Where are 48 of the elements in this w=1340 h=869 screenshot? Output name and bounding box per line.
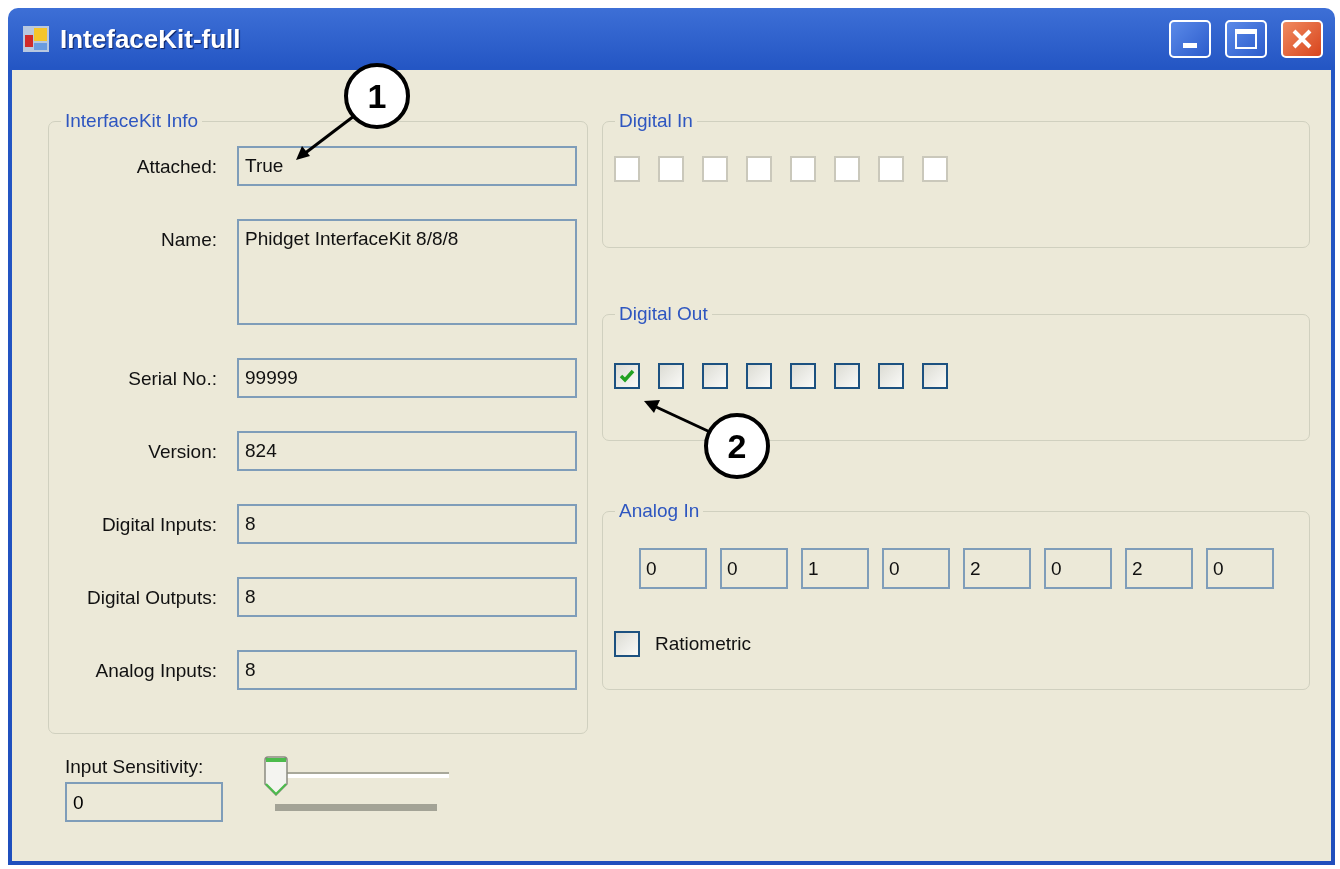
- analog-value-field[interactable]: 0: [1044, 548, 1112, 589]
- field-label: Serial No.:: [127, 367, 217, 390]
- field-label: Digital Inputs:: [100, 513, 217, 536]
- text-field[interactable]: 99999: [237, 358, 577, 398]
- check-icon: [619, 369, 635, 383]
- text-field[interactable]: True: [237, 146, 577, 186]
- analog-value-field[interactable]: 2: [963, 548, 1031, 589]
- output-checkbox[interactable]: [922, 363, 948, 389]
- text-field[interactable]: Phidget InterfaceKit 8/8/8: [237, 219, 577, 325]
- text-field[interactable]: 824: [237, 431, 577, 471]
- maximize-button[interactable]: [1225, 20, 1267, 58]
- analog-value-field[interactable]: 0: [639, 548, 707, 589]
- close-icon: [1291, 28, 1313, 50]
- output-checkbox[interactable]: [834, 363, 860, 389]
- close-button[interactable]: [1281, 20, 1323, 58]
- text-field[interactable]: 8: [237, 577, 577, 617]
- analog-value-field[interactable]: 2: [1125, 548, 1193, 589]
- checkbox-label: Ratiometric: [655, 633, 752, 655]
- group-title: InterfaceKit Info: [64, 110, 200, 132]
- text-field[interactable]: 8: [237, 504, 577, 544]
- slider-thumb[interactable]: [263, 756, 289, 796]
- analog-value-field[interactable]: 1: [801, 548, 869, 589]
- output-checkbox[interactable]: [658, 363, 684, 389]
- output-checkbox[interactable]: [746, 363, 772, 389]
- field-label: Version:: [147, 440, 217, 463]
- output-checkbox[interactable]: [702, 363, 728, 389]
- field-label: Attached:: [135, 155, 217, 178]
- analog-value-field[interactable]: 0: [1206, 548, 1274, 589]
- output-checkbox[interactable]: [614, 363, 640, 389]
- text-field[interactable]: 8: [237, 650, 577, 690]
- ratiometric-checkbox[interactable]: [614, 631, 640, 657]
- field-label: Analog Inputs:: [94, 659, 217, 682]
- output-checkbox[interactable]: [878, 363, 904, 389]
- field-label: Digital Outputs:: [86, 586, 217, 609]
- analog-value-field[interactable]: 0: [882, 548, 950, 589]
- group-title: Digital In: [618, 110, 694, 132]
- app-icon: [22, 25, 50, 53]
- analog-value-field[interactable]: 0: [720, 548, 788, 589]
- window-title: IntefaceKit-full: [60, 23, 242, 55]
- minimize-icon: [1183, 42, 1197, 48]
- output-checkbox[interactable]: [790, 363, 816, 389]
- group-title: Digital Out: [618, 303, 709, 325]
- field-label: Name:: [160, 228, 217, 251]
- sensitivity-label: Input Sensitivity:: [65, 756, 205, 778]
- maximize-icon: [1234, 28, 1258, 50]
- minimize-button[interactable]: [1169, 20, 1211, 58]
- sensitivity-field[interactable]: 0: [65, 782, 223, 822]
- group-title: Analog In: [618, 500, 701, 522]
